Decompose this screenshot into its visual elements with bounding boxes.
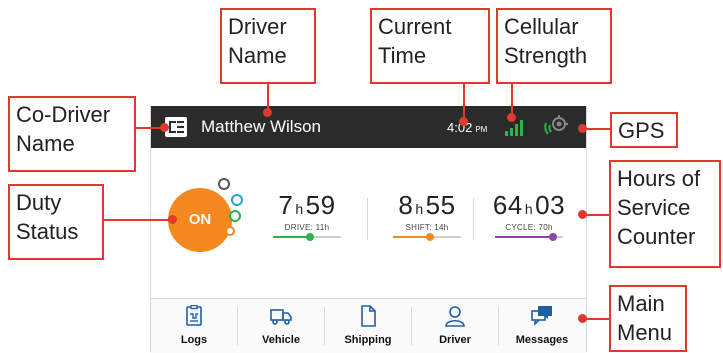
eld-screen: Matthew Wilson 4:02 PM ON 7 h59 DRIVE: 11h — [150, 106, 587, 353]
drive-minutes: 59 — [305, 190, 336, 220]
callout-line — [584, 128, 610, 130]
callout-line — [463, 84, 465, 120]
cycle-hours: 64 — [492, 190, 523, 220]
menu-item-vehicle[interactable]: Vehicle — [238, 299, 324, 353]
menu-item-messages[interactable]: Messages — [499, 299, 585, 353]
menu-label: Driver — [439, 334, 471, 346]
callout-dot — [168, 215, 177, 224]
callout-line — [584, 318, 609, 320]
menu-label: Messages — [515, 334, 569, 346]
callout-main-menu: Main Menu — [609, 285, 687, 352]
person-icon — [445, 306, 465, 327]
menu-label: Vehicle — [262, 334, 300, 346]
truck-icon — [270, 309, 292, 325]
divider — [367, 198, 368, 240]
callout-dot — [459, 117, 468, 126]
shift-counter: 8 h55 SHIFT: 14h — [377, 190, 477, 241]
callout-dot — [507, 113, 516, 122]
divider — [473, 198, 474, 240]
cycle-counter: 64 h03 CYCLE: 70h — [479, 190, 579, 241]
callout-line — [584, 214, 609, 216]
callout-dot — [160, 123, 169, 132]
callout-dot — [578, 124, 587, 133]
cycle-progress-track — [495, 233, 563, 241]
document-icon — [361, 305, 376, 327]
hour-unit: h — [524, 201, 534, 217]
cycle-minutes: 03 — [535, 190, 566, 220]
hour-unit: h — [295, 201, 304, 217]
menu-label: Logs — [180, 334, 208, 346]
gps-icon[interactable] — [543, 114, 569, 140]
callout-gps: GPS — [610, 112, 678, 148]
status-option-on-icon[interactable] — [225, 226, 235, 236]
drive-progress-knob — [306, 233, 315, 241]
logs-icon — [186, 305, 202, 326]
top-bar: Matthew Wilson 4:02 PM — [151, 106, 586, 148]
callout-current-time: Current Time — [370, 8, 490, 84]
shift-progress-knob — [426, 233, 435, 241]
cycle-progress-fill — [495, 236, 553, 238]
status-option-driving-icon[interactable] — [229, 210, 241, 222]
drive-label: DRIVE: 11h — [284, 223, 330, 232]
status-option-off-icon[interactable] — [218, 178, 230, 190]
cycle-label: CYCLE: 70h — [505, 223, 553, 232]
cycle-progress-knob — [548, 233, 557, 241]
time-ampm: PM — [475, 125, 488, 134]
driver-name[interactable]: Matthew Wilson — [201, 117, 321, 137]
callout-driver-name: Driver Name — [220, 8, 316, 84]
cellular-signal-icon — [505, 120, 523, 136]
shift-progress-track — [393, 233, 461, 241]
callout-cellular-strength: Cellular Strength — [496, 8, 612, 84]
drive-hours: 7 — [278, 190, 294, 220]
callout-hos-counter: Hours of Service Counter — [609, 160, 721, 268]
callout-line — [104, 219, 172, 221]
shift-hours: 8 — [398, 190, 414, 220]
menu-label: Shipping — [344, 334, 392, 346]
menu-item-driver[interactable]: Driver — [412, 299, 498, 353]
messages-icon — [531, 306, 552, 326]
callout-dot — [263, 108, 272, 117]
hour-unit: h — [415, 201, 424, 217]
callout-line — [511, 84, 513, 116]
drive-progress-track — [273, 233, 341, 241]
drive-progress-fill — [273, 236, 311, 238]
status-option-sleeper-icon[interactable] — [231, 194, 243, 206]
callout-dot — [578, 314, 587, 323]
callout-dot — [578, 210, 587, 219]
status-area: ON 7 h59 DRIVE: 11h 8 h55 SHIFT: 14h 64 h03… — [151, 148, 586, 298]
shift-minutes: 55 — [425, 190, 456, 220]
menu-item-logs[interactable]: Logs — [151, 299, 237, 353]
callout-co-driver-name: Co-Driver Name — [8, 96, 136, 172]
duty-status-button[interactable]: ON — [168, 188, 232, 252]
main-menu: Logs Vehicle Shipping Driver Messages — [151, 298, 586, 353]
menu-item-shipping[interactable]: Shipping — [325, 299, 411, 353]
shift-progress-fill — [393, 236, 431, 238]
drive-counter: 7 h59 DRIVE: 11h — [257, 190, 357, 241]
shift-label: SHIFT: 14h — [405, 223, 449, 232]
callout-duty-status: Duty Status — [8, 184, 104, 260]
